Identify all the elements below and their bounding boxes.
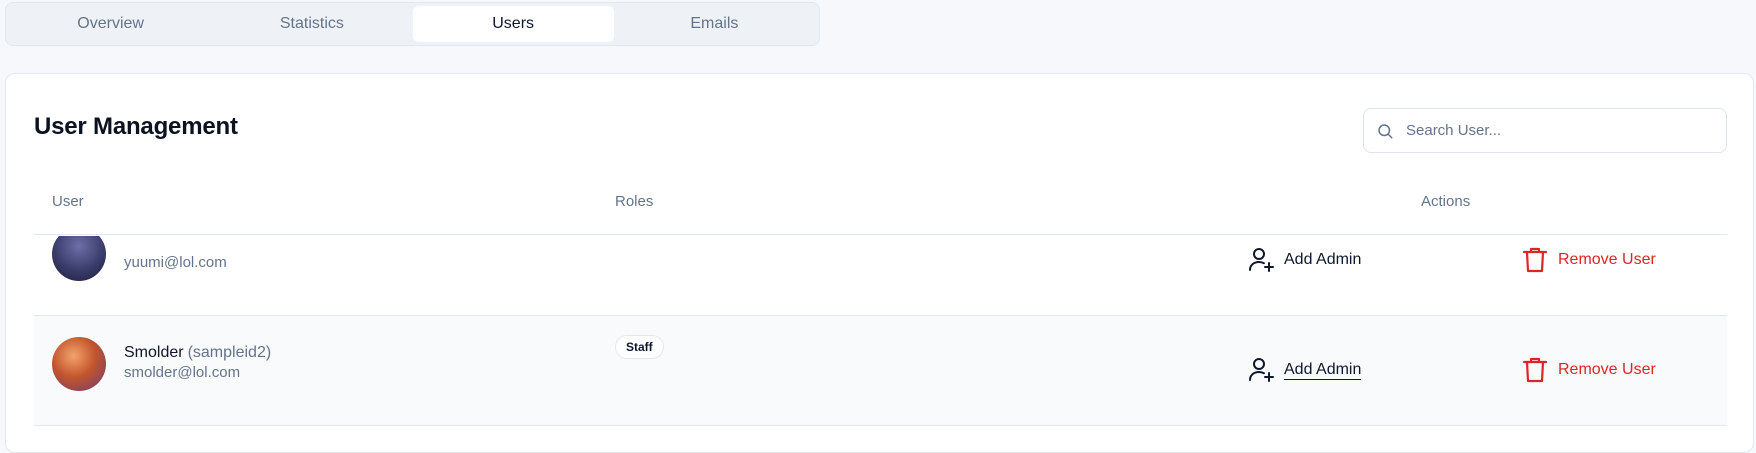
user-plus-icon <box>1249 248 1274 272</box>
user-name: Smolder (sampleid2) <box>124 344 272 361</box>
user-table-body[interactable]: yuumi@lol.com Add Admin Remove User Smol… <box>34 236 1727 452</box>
add-admin-button[interactable]: Add Admin <box>1248 246 1361 274</box>
tab-overview[interactable]: Overview <box>10 6 211 42</box>
user-email: smolder@lol.com <box>124 364 241 381</box>
role-badge: Staff <box>615 335 664 359</box>
search-icon <box>1378 123 1393 138</box>
table-row: Smolder (sampleid2) smolder@lol.com Staff… <box>34 316 1727 426</box>
tab-users[interactable]: Users <box>412 6 614 42</box>
user-email: yuumi@lol.com <box>124 254 227 271</box>
remove-user-label: Remove User <box>1558 361 1656 378</box>
add-admin-button[interactable]: Add Admin <box>1248 356 1362 384</box>
column-header-roles: Roles <box>615 193 654 210</box>
table-row: yuumi@lol.com Add Admin Remove User <box>34 236 1727 316</box>
tab-statistics[interactable]: Statistics <box>211 6 412 42</box>
avatar <box>52 236 106 281</box>
remove-user-button[interactable]: Remove User <box>1522 246 1656 274</box>
tab-emails[interactable]: Emails <box>614 6 815 42</box>
column-header-actions: Actions <box>1421 193 1471 210</box>
remove-user-button[interactable]: Remove User <box>1522 356 1656 384</box>
add-admin-label: Add Admin <box>1284 360 1362 380</box>
trash-icon <box>1522 247 1548 273</box>
table-header: User Roles Actions <box>34 170 1727 235</box>
avatar <box>52 337 106 391</box>
column-header-user: User <box>52 193 84 210</box>
trash-icon <box>1522 357 1548 383</box>
remove-user-label: Remove User <box>1558 251 1656 268</box>
add-admin-label: Add Admin <box>1284 251 1362 268</box>
user-management-card: User Management User Roles Actions yuumi… <box>5 73 1754 453</box>
tab-bar: Overview Statistics Users Emails <box>5 2 820 46</box>
page-title: User Management <box>34 113 238 140</box>
user-name <box>124 236 128 252</box>
search-input[interactable] <box>1404 121 1704 140</box>
user-plus-icon <box>1249 358 1274 382</box>
search-box[interactable] <box>1363 108 1727 153</box>
